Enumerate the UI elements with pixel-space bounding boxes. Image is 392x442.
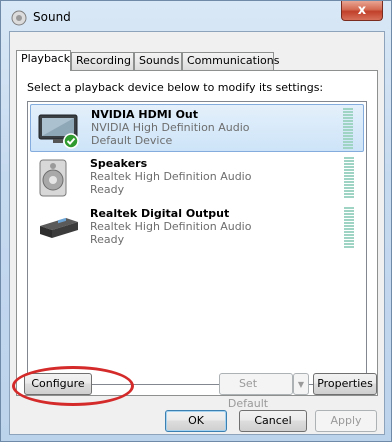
device-status: Default Device — [91, 134, 173, 147]
dialog-client-area: Playback Recording Sounds Communications… — [9, 31, 385, 435]
title-bar: Sound x — [1, 1, 391, 33]
window-title: Sound — [33, 10, 71, 24]
tab-communications[interactable]: Communications — [182, 52, 279, 70]
device-item[interactable]: Speakers Realtek High Definition Audio R… — [30, 154, 364, 202]
device-list[interactable]: NVIDIA HDMI Out NVIDIA High Definition A… — [27, 101, 367, 385]
tab-sounds[interactable]: Sounds — [134, 52, 182, 70]
device-name: Realtek Digital Output — [90, 207, 230, 220]
device-status: Ready — [90, 233, 125, 246]
sound-dialog: Sound x Playback Recording Sounds Commun… — [0, 0, 392, 442]
device-driver: Realtek High Definition Audio — [90, 220, 252, 233]
digital-output-icon — [40, 217, 78, 238]
chevron-down-icon: ▼ — [297, 380, 305, 389]
speaker-icon — [39, 159, 67, 197]
apply-button[interactable]: Apply — [315, 410, 377, 432]
device-driver: NVIDIA High Definition Audio — [91, 121, 250, 134]
speaker-icon — [11, 10, 27, 26]
configure-button[interactable]: Configure — [24, 373, 92, 395]
cancel-button[interactable]: Cancel — [239, 410, 307, 432]
hdmi-monitor-icon — [38, 114, 79, 149]
level-meter — [344, 157, 354, 199]
level-meter — [343, 108, 353, 150]
set-default-label: Set Default — [227, 377, 269, 410]
instruction-text: Select a playback device below to modify… — [27, 81, 324, 94]
tab-playback[interactable]: Playback — [16, 50, 71, 71]
ok-button[interactable]: OK — [165, 410, 227, 432]
playback-panel: Select a playback device below to modify… — [16, 70, 378, 396]
set-default-button[interactable]: Set Default — [219, 373, 293, 410]
device-name: NVIDIA HDMI Out — [91, 108, 199, 121]
device-status: Ready — [90, 183, 125, 196]
close-button[interactable]: x — [341, 1, 383, 21]
tab-recording[interactable]: Recording — [71, 52, 134, 70]
level-meter — [344, 207, 354, 249]
set-default-dropdown[interactable]: ▼ — [293, 373, 309, 395]
device-name: Speakers — [90, 157, 148, 170]
device-item[interactable]: Realtek Digital Output Realtek High Defi… — [30, 204, 364, 252]
device-item[interactable]: NVIDIA HDMI Out NVIDIA High Definition A… — [30, 104, 364, 152]
device-driver: Realtek High Definition Audio — [90, 170, 252, 183]
properties-button[interactable]: Properties — [313, 373, 377, 395]
